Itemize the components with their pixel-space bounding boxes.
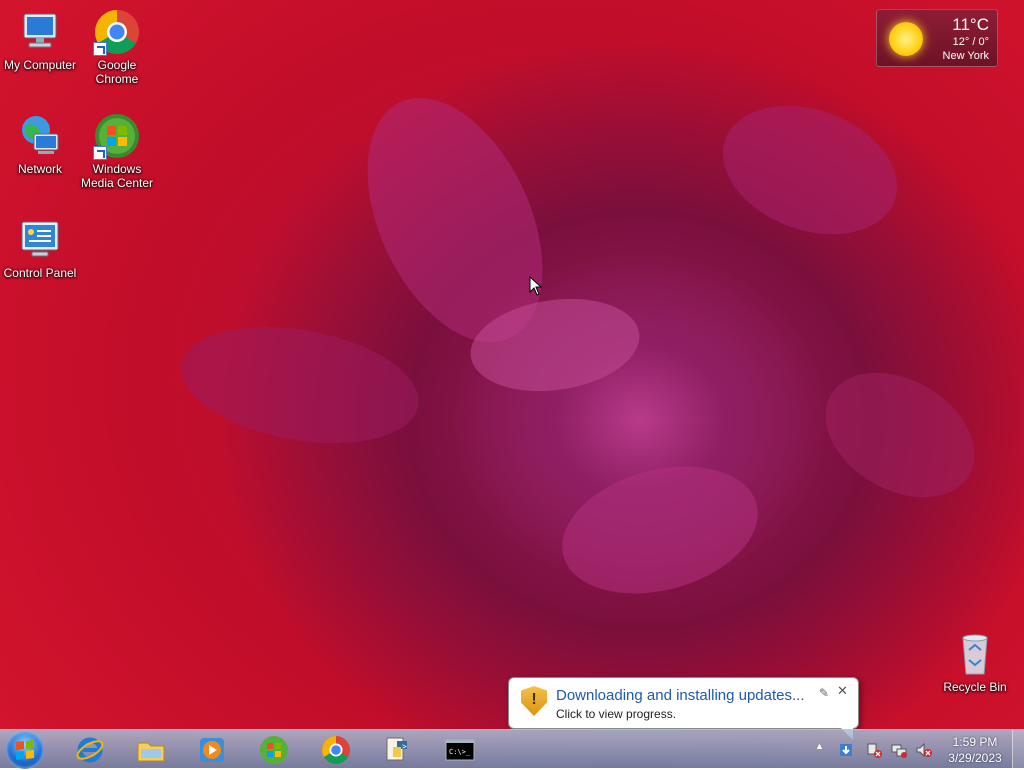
taskbar: > C:\>_ ▲ 1:59 PM 3/29/2023 xyxy=(0,729,1024,769)
taskbar-windows-media-player[interactable] xyxy=(184,732,240,768)
control-panel-icon xyxy=(16,216,64,264)
svg-text:>: > xyxy=(402,742,407,751)
desktop-icon-google-chrome[interactable]: Google Chrome xyxy=(77,8,157,86)
windows-logo-icon xyxy=(16,740,34,760)
clock-time: 1:59 PM xyxy=(952,735,998,749)
taskbar-windows-media-center[interactable] xyxy=(246,732,302,768)
windows-update-tray-icon[interactable] xyxy=(838,742,854,758)
desktop-icon-label: My Computer xyxy=(3,58,77,72)
weather-city: New York xyxy=(942,50,989,62)
show-hidden-icons-button[interactable]: ▲ xyxy=(815,741,824,751)
desktop-icon-network[interactable]: Network xyxy=(0,112,80,176)
wallpaper-petal xyxy=(172,309,428,461)
taskbar-google-chrome[interactable] xyxy=(308,732,364,768)
clock-date: 3/29/2023 xyxy=(948,751,1002,765)
desktop-icon-my-computer[interactable]: My Computer xyxy=(0,8,80,72)
command-prompt-icon: C:\>_ xyxy=(445,735,475,765)
taskbar-windows-explorer[interactable] xyxy=(123,732,179,768)
taskbar-internet-explorer[interactable] xyxy=(62,732,118,768)
pin-icon[interactable]: ✎ xyxy=(819,686,829,700)
notification-close-button[interactable]: ✕ xyxy=(837,683,848,699)
taskbar-python[interactable]: > xyxy=(370,732,426,768)
desktop-icon-label: Control Panel xyxy=(3,266,77,280)
action-center-icon[interactable] xyxy=(866,742,882,758)
computer-icon xyxy=(16,8,64,56)
recycle-bin-icon xyxy=(951,630,999,678)
desktop-icon-label: Recycle Bin xyxy=(943,680,1007,694)
wallpaper-petal xyxy=(803,347,997,523)
desktop-icon-label: Windows Media Center xyxy=(80,162,154,190)
wallpaper-petal xyxy=(547,446,773,614)
shortcut-arrow-icon xyxy=(93,42,107,56)
weather-temperature: 11°C xyxy=(952,15,989,34)
volume-muted-icon[interactable] xyxy=(916,742,932,758)
folder-icon xyxy=(136,735,166,765)
update-notification[interactable]: ! Downloading and installing updates... … xyxy=(508,677,859,740)
windows-media-center-icon xyxy=(259,735,289,765)
taskbar-clock[interactable]: 1:59 PM 3/29/2023 xyxy=(940,734,1010,766)
command-prompt-text: C:\>_ xyxy=(449,748,471,756)
taskbar-command-prompt[interactable]: C:\>_ xyxy=(432,732,488,768)
python-icon: > xyxy=(383,735,413,765)
internet-explorer-icon xyxy=(75,735,105,765)
chrome-icon xyxy=(93,8,141,56)
notification-title: Downloading and installing updates... xyxy=(556,687,805,704)
desktop-icon-label: Google Chrome xyxy=(95,58,139,86)
media-player-icon xyxy=(197,735,227,765)
notification-subtitle: Click to view progress. xyxy=(556,707,677,721)
desktop-icon-recycle-bin[interactable]: Recycle Bin xyxy=(935,630,1015,694)
show-desktop-button[interactable] xyxy=(1012,730,1024,769)
weather-gadget[interactable]: 11°C 12° / 0° New York xyxy=(876,9,998,67)
desktop-icon-windows-media-center[interactable]: Windows Media Center xyxy=(77,112,157,190)
network-tray-icon[interactable] xyxy=(891,742,907,758)
shield-warning-icon: ! xyxy=(521,686,547,716)
shortcut-arrow-icon xyxy=(93,146,107,160)
sun-icon xyxy=(889,22,923,56)
network-icon xyxy=(16,112,64,160)
weather-range: 12° / 0° xyxy=(952,36,989,48)
mouse-cursor-icon xyxy=(529,276,543,296)
desktop-icon-control-panel[interactable]: Control Panel xyxy=(0,216,80,280)
wallpaper-petal xyxy=(704,82,916,258)
desktop-icon-label: Network xyxy=(17,162,62,176)
chrome-icon xyxy=(321,735,351,765)
windows-media-center-icon xyxy=(93,112,141,160)
start-button[interactable] xyxy=(6,731,44,769)
